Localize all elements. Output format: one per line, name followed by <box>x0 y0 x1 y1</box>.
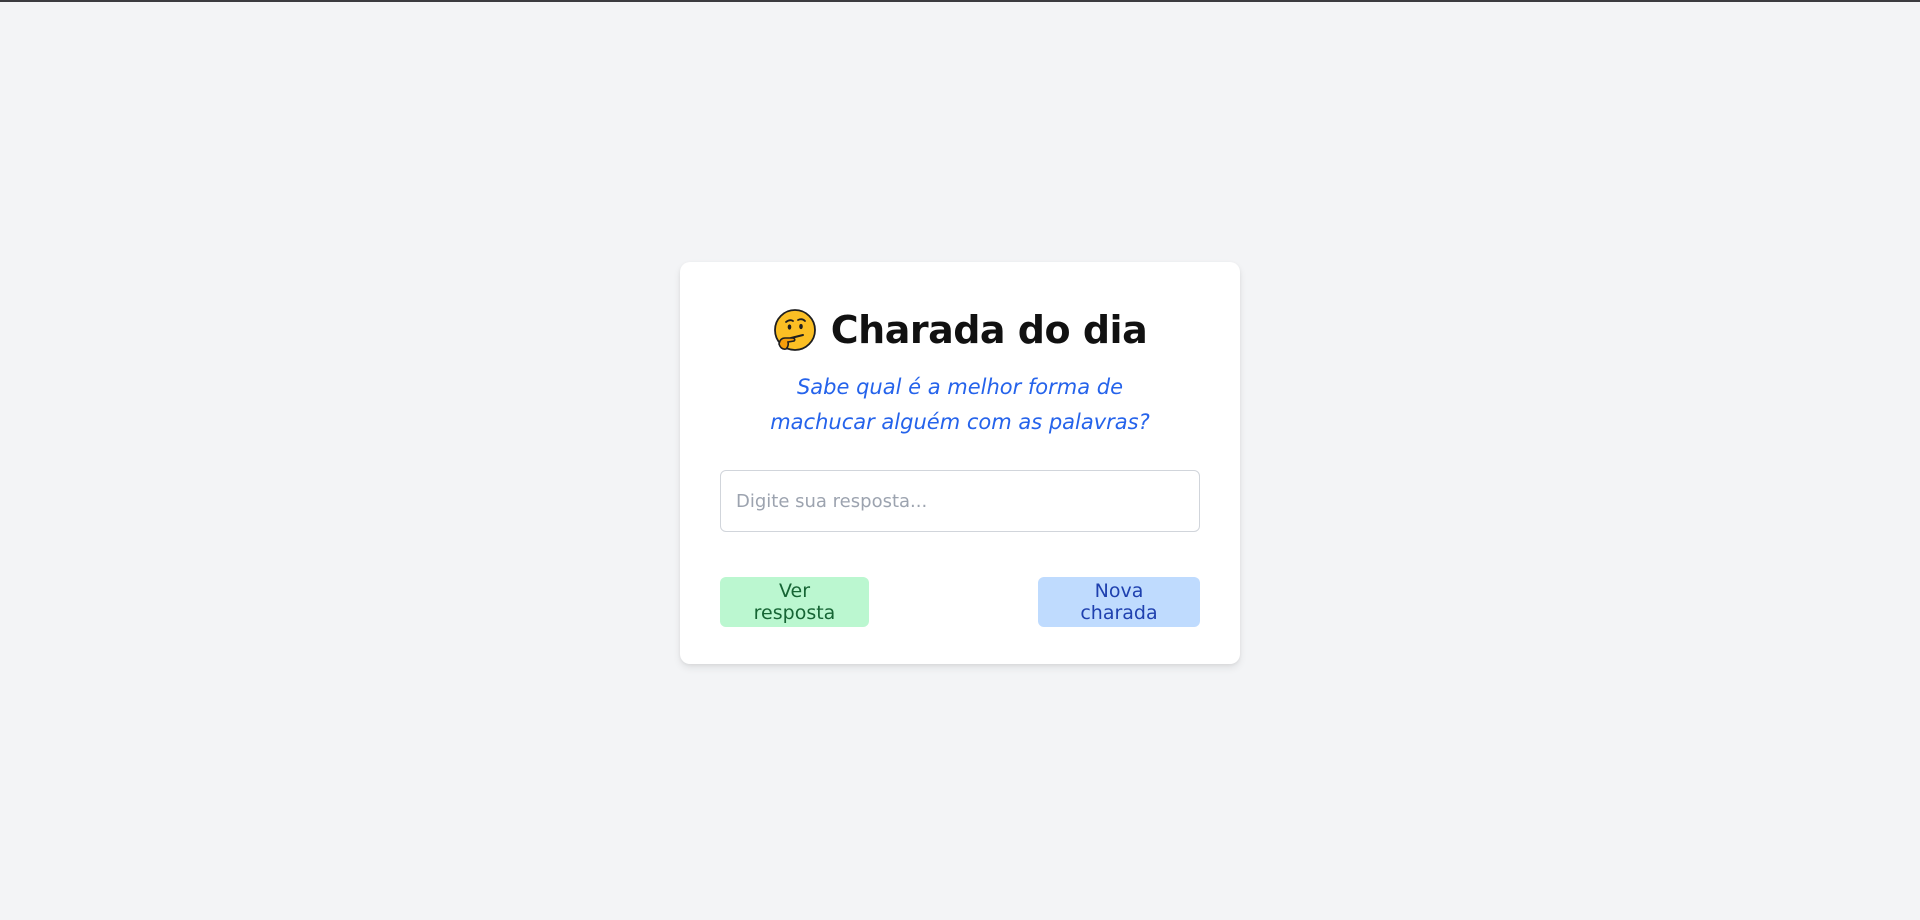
thinking-face-icon <box>773 308 817 352</box>
riddle-card: Charada do dia Sabe qual é a melhor form… <box>680 262 1240 664</box>
answer-input[interactable] <box>720 470 1200 532</box>
title-row: Charada do dia <box>720 302 1200 358</box>
riddle-text: Sabe qual é a melhor forma de machucar a… <box>770 375 1150 434</box>
reveal-answer-button[interactable]: Ver resposta <box>720 577 869 627</box>
new-riddle-button[interactable]: Nova charada <box>1038 577 1200 627</box>
action-buttons: Ver resposta Nova charada <box>720 577 1200 627</box>
window-top-border <box>0 0 1920 2</box>
page-title: Charada do dia <box>830 308 1148 352</box>
